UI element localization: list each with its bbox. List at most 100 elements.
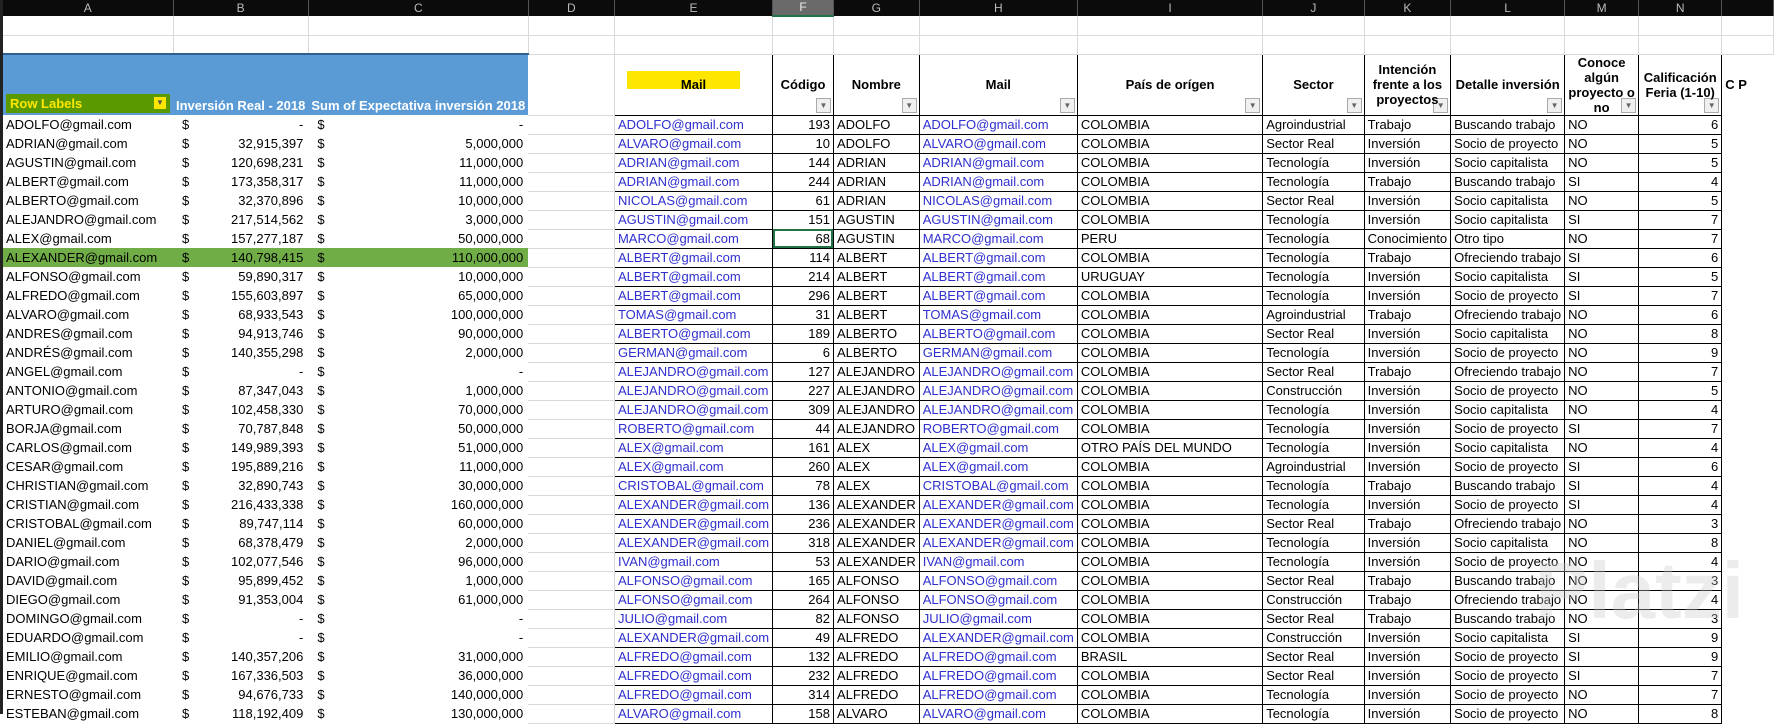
table-cell[interactable]: ALFONSO <box>832 589 920 610</box>
table-cell[interactable]: Inversión <box>1363 684 1452 705</box>
cell[interactable] <box>1722 400 1774 419</box>
table-cell[interactable]: 244 <box>772 171 834 192</box>
column-header-k[interactable]: K <box>1364 0 1452 16</box>
email-link[interactable]: ALEXANDER@gmail.com <box>613 532 774 553</box>
cell[interactable] <box>1722 381 1774 400</box>
table-cell[interactable]: Socio de proyecto <box>1450 665 1566 686</box>
cell[interactable] <box>528 153 615 173</box>
email-link[interactable]: AGUSTIN@gmail.com <box>918 209 1078 230</box>
table-cell[interactable]: NO <box>1564 551 1640 572</box>
dropdown-arrow-icon[interactable]: ▼ <box>154 97 166 109</box>
pivot-value[interactable]: $195,889,216 <box>173 457 308 476</box>
email-link[interactable]: ROBERTO@gmail.com <box>918 418 1078 439</box>
table-cell[interactable]: 214 <box>772 266 834 287</box>
pivot-value[interactable]: $11,000,000 <box>308 172 528 191</box>
table-cell[interactable]: 53 <box>772 551 834 572</box>
email-link[interactable]: ALFONSO@gmail.com <box>613 589 774 610</box>
table-cell[interactable]: COLOMBIA <box>1076 532 1264 553</box>
pivot-row-label[interactable]: CARLOS@gmail.com <box>3 438 173 457</box>
pivot-value[interactable]: $70,000,000 <box>308 400 528 419</box>
table-cell[interactable]: 9 <box>1638 646 1723 667</box>
email-link[interactable]: IVAN@gmail.com <box>613 551 774 572</box>
table-cell[interactable]: SI <box>1564 285 1640 306</box>
table-cell[interactable]: 8 <box>1638 532 1723 553</box>
pivot-value[interactable]: $68,378,479 <box>173 533 308 552</box>
filter-dropdown-icon[interactable]: ▼ <box>815 97 831 113</box>
table-cell[interactable]: COLOMBIA <box>1076 399 1264 420</box>
table-cell[interactable]: Socio capitalista <box>1450 437 1566 458</box>
email-link[interactable]: ADOLFO@gmail.com <box>613 114 774 135</box>
table-cell[interactable]: 193 <box>772 114 834 135</box>
cell[interactable] <box>173 35 309 55</box>
table-cell[interactable]: 10 <box>772 133 834 154</box>
table-header-0[interactable]: Mail <box>613 53 774 116</box>
pivot-row-label[interactable]: DIEGO@gmail.com <box>3 590 173 609</box>
table-cell[interactable]: 5 <box>1638 266 1723 287</box>
table-cell[interactable]: AGUSTIN <box>832 228 920 249</box>
table-cell[interactable]: Ofreciendo trabajo <box>1450 589 1566 610</box>
table-cell[interactable]: ALEJANDRO <box>832 399 920 420</box>
cell[interactable] <box>1450 35 1566 55</box>
table-cell[interactable]: 127 <box>772 361 834 382</box>
table-cell[interactable]: Agroindustrial <box>1262 114 1365 135</box>
table-cell[interactable]: 68 <box>772 228 834 249</box>
table-cell[interactable]: COLOMBIA <box>1076 665 1264 686</box>
cell[interactable] <box>1722 115 1774 134</box>
table-cell[interactable]: Trabajo <box>1363 475 1452 496</box>
table-cell[interactable]: NO <box>1564 323 1640 344</box>
table-cell[interactable]: ALEJANDRO <box>832 361 920 382</box>
cell[interactable] <box>528 210 615 230</box>
table-cell[interactable]: ALEJANDRO <box>832 380 920 401</box>
cell[interactable] <box>528 134 615 154</box>
table-cell[interactable]: ALBERT <box>832 304 920 325</box>
table-cell[interactable]: Inversión <box>1363 399 1452 420</box>
table-cell[interactable]: Tecnología <box>1262 342 1365 363</box>
cell[interactable] <box>528 609 615 629</box>
cell[interactable] <box>1722 210 1774 229</box>
table-cell[interactable]: Socio capitalista <box>1450 399 1566 420</box>
table-cell[interactable]: Socio de proyecto <box>1450 684 1566 705</box>
pivot-value[interactable]: $10,000,000 <box>308 191 528 210</box>
table-cell[interactable]: SI <box>1564 494 1640 515</box>
table-cell[interactable]: 318 <box>772 532 834 553</box>
table-cell[interactable]: NO <box>1564 608 1640 629</box>
pivot-row-label[interactable]: ANDRES@gmail.com <box>3 324 173 343</box>
cell[interactable] <box>528 267 615 287</box>
filter-dropdown-icon[interactable]: ▼ <box>1059 97 1075 113</box>
pivot-row-label[interactable]: ANGEL@gmail.com <box>3 362 173 381</box>
table-cell[interactable]: COLOMBIA <box>1076 380 1264 401</box>
table-cell[interactable]: Socio capitalista <box>1450 266 1566 287</box>
email-link[interactable]: ALBERT@gmail.com <box>918 266 1078 287</box>
cell[interactable] <box>3 16 174 36</box>
email-link[interactable]: ROBERTO@gmail.com <box>613 418 774 439</box>
pivot-value[interactable]: $91,353,004 <box>173 590 308 609</box>
table-cell[interactable]: Trabajo <box>1363 304 1452 325</box>
cell[interactable] <box>772 16 834 36</box>
column-header-a[interactable]: A <box>3 0 174 16</box>
table-cell[interactable]: ALFONSO <box>832 608 920 629</box>
table-cell[interactable]: Socio de proyecto <box>1450 551 1566 572</box>
table-cell[interactable]: Ofreciendo trabajo <box>1450 247 1566 268</box>
table-cell[interactable]: NO <box>1564 589 1640 610</box>
pivot-value[interactable]: $95,899,452 <box>173 571 308 590</box>
pivot-value[interactable]: $89,747,114 <box>173 514 308 533</box>
cell[interactable] <box>1638 35 1723 55</box>
table-cell[interactable]: Socio capitalista <box>1450 323 1566 344</box>
pivot-value[interactable]: $60,000,000 <box>308 514 528 533</box>
email-link[interactable]: ALEXANDER@gmail.com <box>613 494 774 515</box>
pivot-value[interactable]: $167,336,503 <box>173 666 308 685</box>
table-cell[interactable]: Tecnología <box>1262 266 1365 287</box>
table-cell[interactable]: Agroindustrial <box>1262 304 1365 325</box>
pivot-row-label[interactable]: AGUSTIN@gmail.com <box>3 153 173 172</box>
cell[interactable] <box>614 16 774 36</box>
table-cell[interactable]: 4 <box>1638 589 1723 610</box>
email-link[interactable]: ALVARO@gmail.com <box>613 133 774 154</box>
column-header-f[interactable]: F <box>772 0 834 17</box>
table-cell[interactable]: Trabajo <box>1363 608 1452 629</box>
table-cell[interactable]: COLOMBIA <box>1076 152 1264 173</box>
row-labels-filter[interactable]: Row Labels ▼ <box>6 94 170 113</box>
pivot-row-label[interactable]: DARIO@gmail.com <box>3 552 173 571</box>
table-cell[interactable]: ALFREDO <box>832 665 920 686</box>
table-cell[interactable]: 6 <box>772 342 834 363</box>
email-link[interactable]: ALFREDO@gmail.com <box>613 665 774 686</box>
